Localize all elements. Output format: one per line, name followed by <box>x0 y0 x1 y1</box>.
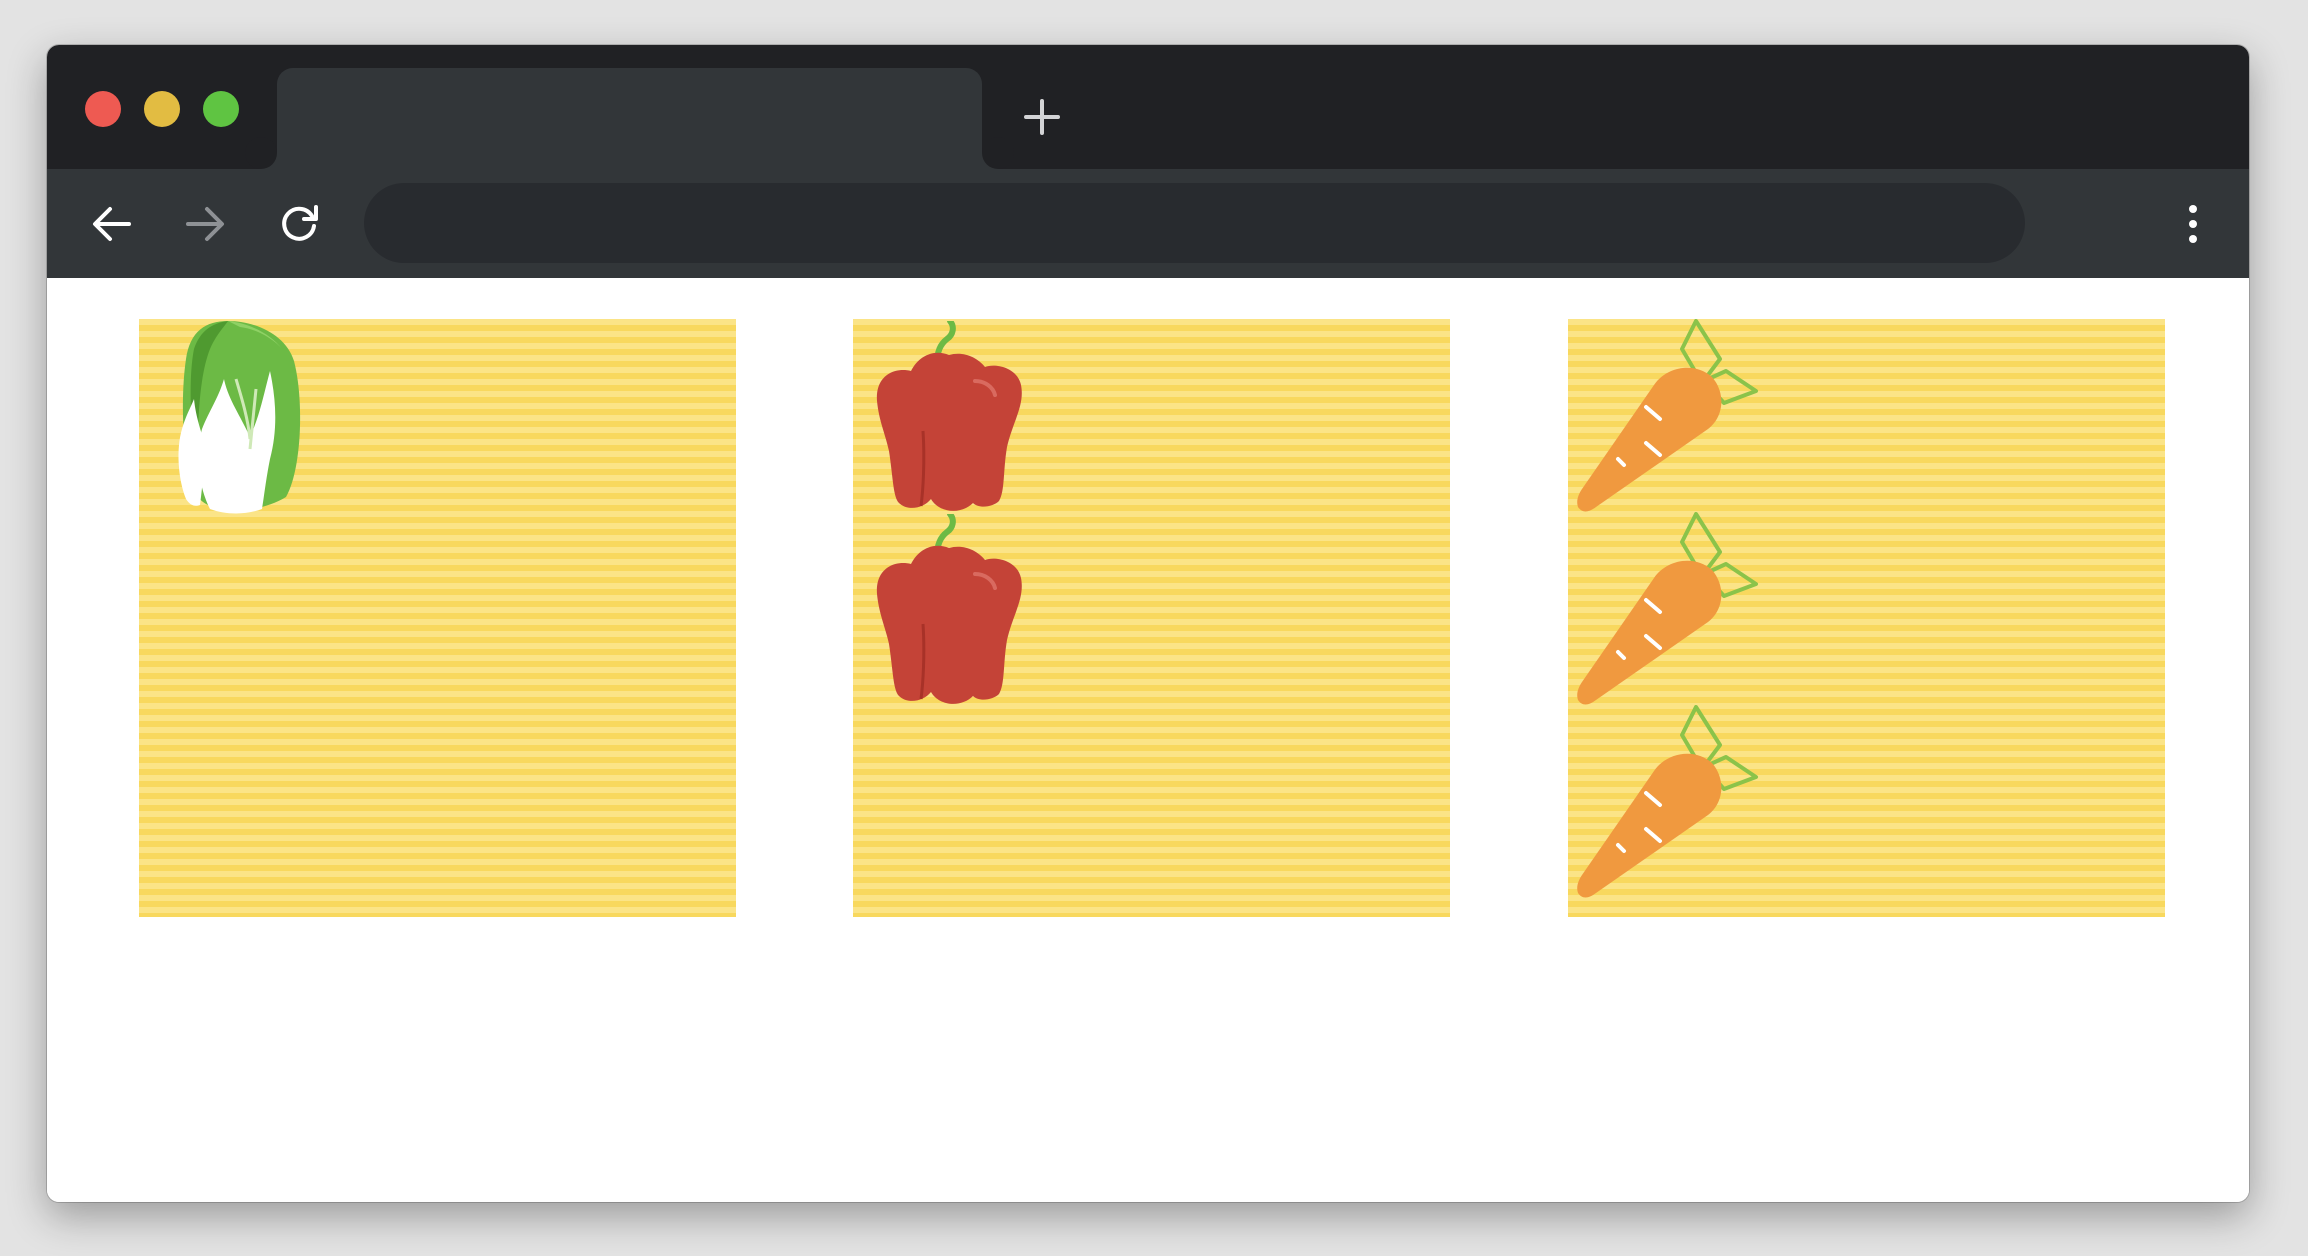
toolbar <box>47 169 2249 278</box>
page-content <box>47 278 2249 1202</box>
carrot-icon <box>1575 319 1758 514</box>
browser-tab[interactable] <box>245 68 1014 169</box>
new-tab-button[interactable] <box>1020 95 1064 139</box>
reload-icon <box>282 205 318 241</box>
address-bar[interactable] <box>364 183 2025 263</box>
forward-button[interactable] <box>182 201 228 247</box>
browser-window <box>47 45 2249 1202</box>
maximize-window-button[interactable] <box>203 91 239 127</box>
kebab-menu-icon <box>2189 205 2197 243</box>
browser-menu-button[interactable] <box>2181 201 2205 247</box>
carrot-icon <box>1575 512 1758 707</box>
arrow-left-icon <box>93 207 131 241</box>
carrot-panel <box>1568 319 2165 917</box>
plus-icon <box>1024 99 1060 135</box>
cabbage-panel <box>139 319 736 917</box>
carrot-icon <box>1575 705 1758 900</box>
cabbage-icon <box>177 319 302 515</box>
back-button[interactable] <box>89 201 135 247</box>
tab-corner-left <box>245 137 277 169</box>
minimize-window-button[interactable] <box>144 91 180 127</box>
title-bar <box>47 45 2249 169</box>
tab-corner-right <box>982 137 1014 169</box>
pepper-icon <box>875 514 1025 710</box>
close-window-button[interactable] <box>85 91 121 127</box>
arrow-right-icon <box>186 207 224 241</box>
reload-button[interactable] <box>276 201 322 247</box>
pepper-icon <box>875 321 1025 517</box>
pepper-panel <box>853 319 1450 917</box>
